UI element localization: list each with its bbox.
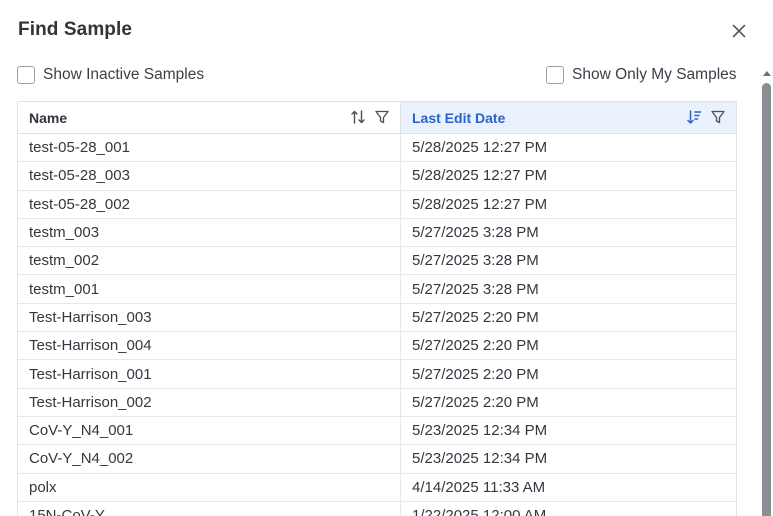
last-edit-date-cell: 5/27/2025 2:20 PM	[412, 393, 539, 411]
last-edit-date-cell: 5/27/2025 2:20 PM	[412, 337, 539, 355]
find-sample-dialog: Find Sample Show Inactive Samples Show O…	[0, 0, 773, 516]
show-inactive-checkbox[interactable]	[17, 66, 35, 84]
table-row[interactable]: Test-Harrison_004 5/27/2025 2:20 PM	[18, 332, 736, 361]
scrollbar-thumb[interactable]	[762, 83, 771, 516]
last-edit-date-cell: 5/28/2025 12:27 PM	[412, 167, 548, 185]
column-header-date-label: Last Edit Date	[412, 109, 506, 126]
table-row[interactable]: testm_001 5/27/2025 3:28 PM	[18, 275, 736, 304]
table-row[interactable]: Test-Harrison_001 5/27/2025 2:20 PM	[18, 360, 736, 389]
sample-name-cell: Test-Harrison_002	[18, 388, 401, 416]
column-header-name[interactable]: Name	[18, 102, 401, 133]
last-edit-date-cell: 5/27/2025 3:28 PM	[412, 252, 539, 270]
grid-header: Name Last Edit Date	[18, 102, 736, 134]
table-row[interactable]: test-05-28_001 5/28/2025 12:27 PM	[18, 134, 736, 163]
close-icon	[732, 24, 746, 38]
sample-name-cell: 15N-CoV-Y	[18, 501, 401, 516]
last-edit-date-cell: 5/28/2025 12:27 PM	[412, 195, 548, 213]
last-edit-date-cell: 5/27/2025 2:20 PM	[412, 308, 539, 326]
table-row[interactable]: testm_003 5/27/2025 3:28 PM	[18, 218, 736, 248]
samples-grid: Name Last Edit Date test-05-28_001 5/28/…	[17, 101, 737, 516]
sample-name-cell: testm_003	[18, 218, 401, 247]
show-inactive-toggle[interactable]: Show Inactive Samples	[17, 66, 204, 84]
last-edit-date-cell: 5/28/2025 12:27 PM	[412, 139, 548, 157]
sample-name-cell: Test-Harrison_001	[18, 360, 401, 388]
sample-name-cell: test-05-28_001	[18, 134, 401, 162]
sample-name-cell: polx	[18, 473, 401, 501]
sample-name-cell: CoV-Y_N4_001	[18, 416, 401, 445]
sort-both-icon[interactable]	[350, 109, 366, 125]
column-header-name-label: Name	[29, 109, 68, 126]
show-inactive-label: Show Inactive Samples	[43, 66, 205, 83]
sample-name-cell: testm_001	[18, 275, 401, 303]
table-row[interactable]: test-05-28_002 5/28/2025 12:27 PM	[18, 190, 736, 219]
table-row[interactable]: polx 4/14/2025 11:33 AM	[18, 473, 736, 502]
table-row[interactable]: Test-Harrison_002 5/27/2025 2:20 PM	[18, 388, 736, 417]
sort-descending-icon[interactable]	[686, 109, 702, 125]
table-row[interactable]: Test-Harrison_003 5/27/2025 2:20 PM	[18, 303, 736, 333]
column-header-last-edit-date[interactable]: Last Edit Date	[401, 102, 736, 133]
show-only-mine-checkbox[interactable]	[546, 66, 564, 84]
sample-name-cell: CoV-Y_N4_002	[18, 445, 401, 473]
last-edit-date-cell: 5/23/2025 12:34 PM	[412, 450, 548, 468]
table-row[interactable]: CoV-Y_N4_002 5/23/2025 12:34 PM	[18, 445, 736, 474]
last-edit-date-cell: 4/14/2025 11:33 AM	[412, 478, 546, 496]
filter-icon[interactable]	[374, 109, 390, 125]
show-only-mine-label: Show Only My Samples	[572, 66, 737, 83]
sample-name-cell: Test-Harrison_003	[18, 303, 401, 332]
grid-body: test-05-28_001 5/28/2025 12:27 PM test-05…	[18, 134, 736, 516]
sample-name-cell: Test-Harrison_004	[18, 332, 401, 360]
sample-name-cell: testm_002	[18, 247, 401, 275]
sample-name-cell: test-05-28_002	[18, 190, 401, 218]
scroll-up-arrow-icon[interactable]	[762, 69, 772, 77]
last-edit-date-cell: 5/27/2025 2:20 PM	[412, 365, 539, 383]
dialog-title: Find Sample	[18, 19, 133, 40]
show-only-mine-toggle[interactable]: Show Only My Samples	[546, 66, 737, 84]
filter-icon[interactable]	[710, 109, 726, 125]
table-row[interactable]: CoV-Y_N4_001 5/23/2025 12:34 PM	[18, 416, 736, 446]
last-edit-date-cell: 5/23/2025 12:34 PM	[412, 422, 548, 440]
table-row[interactable]: test-05-28_003 5/28/2025 12:27 PM	[18, 162, 736, 191]
last-edit-date-cell: 5/27/2025 3:28 PM	[412, 280, 539, 298]
close-button[interactable]	[729, 21, 749, 41]
last-edit-date-cell: 1/22/2025 12:00 AM	[412, 507, 547, 516]
sample-name-cell: test-05-28_003	[18, 162, 401, 190]
table-row[interactable]: 15N-CoV-Y 1/22/2025 12:00 AM	[18, 501, 736, 516]
last-edit-date-cell: 5/27/2025 3:28 PM	[412, 224, 539, 242]
table-row[interactable]: testm_002 5/27/2025 3:28 PM	[18, 247, 736, 276]
